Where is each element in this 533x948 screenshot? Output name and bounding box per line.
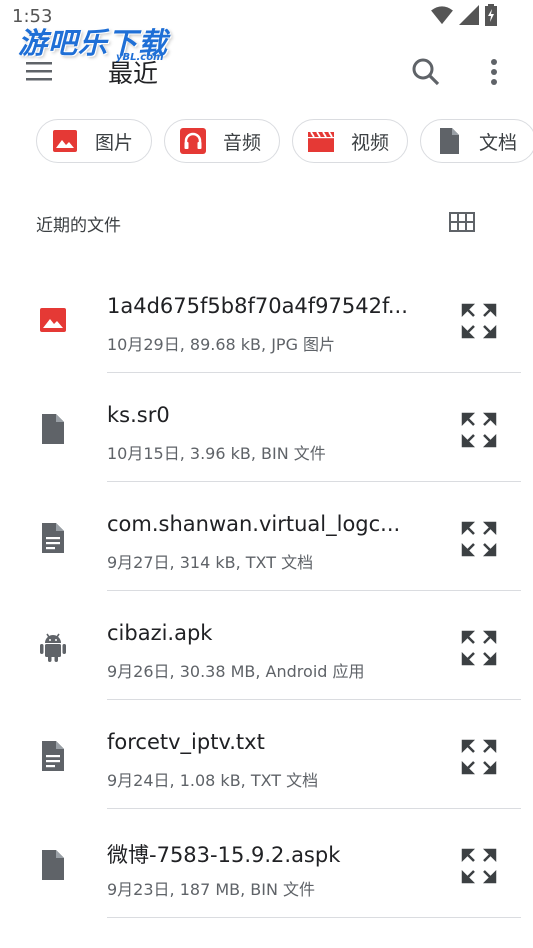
signal-icon — [459, 5, 479, 25]
file-meta: 9月27日, 314 kB, TXT 文档 — [107, 553, 314, 572]
chip-images[interactable]: 图片 — [36, 119, 153, 163]
wifi-icon — [431, 6, 453, 25]
file-meta: 9月26日, 30.38 MB, Android 应用 — [107, 662, 365, 681]
filter-chips: 图片 音频 视频 文档 — [36, 119, 533, 167]
file-icon — [42, 850, 64, 880]
search-icon — [412, 58, 440, 86]
chip-label: 文档 — [479, 131, 518, 154]
expand-button[interactable] — [460, 738, 498, 776]
file-row[interactable]: 微博-7583-15.9.2.aspk 9月23日, 187 MB, BIN 文… — [0, 809, 533, 918]
chip-label: 音频 — [223, 131, 262, 154]
expand-icon — [461, 739, 497, 775]
chip-label: 视频 — [351, 131, 390, 154]
file-row[interactable]: ks.sr0 10月15日, 3.96 kB, BIN 文件 — [0, 373, 533, 482]
file-name: cibazi.apk — [107, 621, 213, 645]
file-list: 1a4d675f5b8f70a4f97542f... 10月29日, 89.68… — [0, 264, 533, 918]
file-meta: 9月23日, 187 MB, BIN 文件 — [107, 880, 316, 899]
menu-button[interactable] — [24, 58, 56, 86]
search-button[interactable] — [410, 56, 442, 88]
expand-button[interactable] — [460, 302, 498, 340]
page-title: 最近 — [108, 59, 159, 88]
more-options-button[interactable] — [482, 56, 506, 88]
text-document-icon — [42, 523, 64, 553]
headphones-icon — [180, 128, 207, 154]
grid-view-button[interactable] — [448, 210, 476, 234]
battery-icon — [485, 4, 497, 26]
chip-label: 图片 — [95, 131, 134, 154]
divider — [107, 917, 521, 918]
chip-videos[interactable]: 视频 — [292, 119, 409, 163]
file-name: 1a4d675f5b8f70a4f97542f... — [107, 294, 408, 318]
image-file-icon — [40, 308, 66, 332]
file-row[interactable]: 1a4d675f5b8f70a4f97542f... 10月29日, 89.68… — [0, 264, 533, 373]
file-meta: 10月29日, 89.68 kB, JPG 图片 — [107, 335, 336, 354]
chip-audio[interactable]: 音频 — [164, 119, 281, 163]
document-icon — [440, 128, 460, 154]
expand-icon — [461, 630, 497, 666]
file-name: ks.sr0 — [107, 403, 170, 427]
file-meta: 10月15日, 3.96 kB, BIN 文件 — [107, 444, 326, 463]
image-icon — [53, 130, 77, 152]
file-meta: 9月24日, 1.08 kB, TXT 文档 — [107, 771, 319, 790]
file-row[interactable]: com.shanwan.virtual_logc... 9月27日, 314 k… — [0, 482, 533, 591]
expand-icon — [461, 303, 497, 339]
menu-icon — [26, 62, 52, 81]
file-name: com.shanwan.virtual_logc... — [107, 512, 401, 536]
expand-button[interactable] — [460, 847, 498, 885]
android-icon — [40, 633, 66, 662]
file-icon — [42, 414, 64, 444]
expand-button[interactable] — [460, 629, 498, 667]
grid-view-icon — [449, 212, 475, 232]
file-name: forcetv_iptv.txt — [107, 730, 265, 754]
expand-button[interactable] — [460, 520, 498, 558]
file-name: 微博-7583-15.9.2.aspk — [107, 843, 341, 867]
expand-icon — [461, 521, 497, 557]
file-row[interactable]: cibazi.apk 9月26日, 30.38 MB, Android 应用 — [0, 591, 533, 700]
status-icons — [431, 4, 497, 26]
chip-documents[interactable]: 文档 — [420, 119, 533, 163]
app-bar: 最近 — [0, 44, 533, 100]
section-title: 近期的文件 — [36, 216, 121, 236]
expand-icon — [461, 412, 497, 448]
file-row[interactable]: forcetv_iptv.txt 9月24日, 1.08 kB, TXT 文档 — [0, 700, 533, 809]
expand-icon — [461, 848, 497, 884]
expand-button[interactable] — [460, 411, 498, 449]
more-vert-icon — [491, 59, 497, 85]
text-document-icon — [42, 741, 64, 771]
video-icon — [308, 131, 335, 152]
